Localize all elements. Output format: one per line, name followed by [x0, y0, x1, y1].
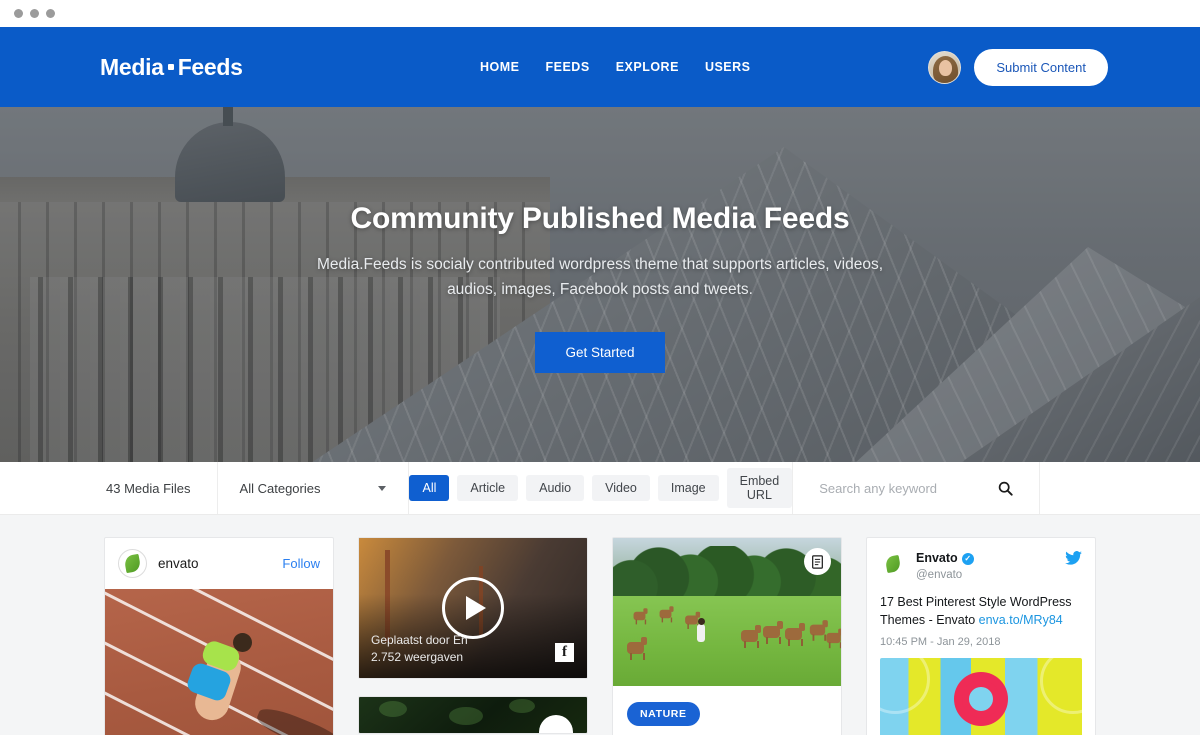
nav-item-feeds[interactable]: FEEDS	[546, 60, 590, 74]
envato-leaf-icon	[123, 553, 142, 574]
type-filter-group: All Article Audio Video Image Embed URL	[409, 462, 794, 514]
forest-card[interactable]	[358, 696, 588, 734]
tweet-text: 17 Best Pinterest Style WordPress Themes…	[880, 593, 1082, 629]
instagram-card-header: envato Follow	[105, 538, 333, 589]
logo-dot-icon	[167, 63, 174, 70]
nav-item-explore[interactable]: EXPLORE	[616, 60, 679, 74]
search-input[interactable]	[819, 480, 985, 496]
deer	[627, 637, 647, 660]
twitter-display-name: Envato	[916, 551, 958, 565]
filter-pill-article[interactable]: Article	[457, 475, 519, 501]
feed-column-2: Geplaatst door En 2.752 weergaven f	[358, 537, 588, 734]
get-started-button[interactable]: Get Started	[535, 332, 665, 373]
envato-leaf-icon	[884, 554, 902, 574]
article-card[interactable]: NATURE	[612, 537, 842, 735]
browser-chrome	[0, 0, 1200, 27]
tweet-timestamp: 10:45 PM - Jan 29, 2018	[880, 636, 1001, 648]
search-icon[interactable]	[998, 481, 1013, 496]
site-header: Media Feeds HOME FEEDS EXPLORE USERS Subm…	[0, 27, 1200, 107]
nav-item-users[interactable]: USERS	[705, 60, 751, 74]
twitter-avatar	[880, 551, 906, 577]
foliage-blob	[379, 701, 407, 717]
avatar[interactable]	[928, 50, 962, 84]
instagram-card-image[interactable]	[105, 589, 333, 735]
video-meta: Geplaatst door En 2.752 weergaven	[371, 632, 468, 666]
hero-subtitle: Media.Feeds is socialy contributed wordp…	[316, 256, 883, 298]
filter-pill-all[interactable]: All	[409, 475, 450, 501]
forest-thumbnail[interactable]	[359, 697, 587, 733]
category-dropdown[interactable]: All Categories	[218, 462, 410, 514]
twitter-card-header: Envato ✓ @envato	[880, 551, 1082, 583]
follow-link[interactable]: Follow	[282, 556, 320, 571]
twitter-bird-icon[interactable]	[1065, 551, 1082, 569]
deer	[685, 611, 701, 629]
article-card-image[interactable]	[613, 538, 841, 686]
twitter-logo	[1065, 551, 1082, 565]
envato-avatar	[118, 549, 147, 578]
document-icon	[812, 554, 823, 569]
foliage-blob	[449, 707, 483, 725]
category-tag-nature[interactable]: NATURE	[627, 702, 700, 726]
facebook-icon[interactable]: f	[555, 643, 574, 662]
hero-section: Community Published Media Feeds Media.Fe…	[0, 107, 1200, 462]
hero-title: Community Published Media Feeds	[350, 202, 850, 235]
play-button-icon[interactable]	[442, 577, 504, 639]
submit-content-button[interactable]: Submit Content	[974, 48, 1108, 86]
pinterest-logo-icon	[954, 672, 1008, 726]
main-navigation: HOME FEEDS EXPLORE USERS	[480, 60, 751, 74]
instagram-username: envato	[158, 556, 199, 571]
play-triangle	[466, 596, 486, 620]
search-container	[793, 462, 1041, 514]
deer	[826, 628, 841, 649]
category-dropdown-label: All Categories	[239, 480, 321, 496]
feed-column-1: envato Follow	[104, 537, 334, 735]
play-badge-icon[interactable]	[539, 715, 573, 733]
site-logo[interactable]: Media Feeds	[100, 54, 243, 81]
window-dot-close[interactable]	[14, 9, 23, 18]
deer	[763, 621, 783, 644]
media-count-label: 43 Media Files	[0, 462, 218, 514]
decorative-swirl	[880, 658, 930, 714]
deer	[809, 620, 828, 641]
deer	[633, 608, 648, 625]
deer	[659, 606, 674, 623]
tweet-link[interactable]: enva.to/MRy84	[979, 613, 1063, 627]
verified-badge-icon: ✓	[961, 552, 974, 565]
deer	[785, 623, 805, 646]
runner-head	[233, 633, 252, 652]
logo-text-primary: Media	[100, 53, 164, 80]
feed-column-4: Envato ✓ @envato 17 Best Pinterest Style…	[866, 537, 1096, 735]
video-caption-line2: 2.752 weergaven	[371, 650, 464, 664]
instagram-card[interactable]: envato Follow	[104, 537, 334, 735]
filter-pill-embed-url[interactable]: Embed URL	[726, 468, 793, 508]
twitter-handle: @envato	[916, 569, 963, 581]
window-dot-minimize[interactable]	[30, 9, 39, 18]
foliage-blob	[509, 699, 535, 713]
avatar-face	[939, 59, 953, 76]
feed-column-3: NATURE	[612, 537, 842, 735]
deer	[741, 625, 761, 648]
chevron-down-icon	[378, 485, 387, 491]
decorative-swirl	[1040, 658, 1082, 714]
window-dot-maximize[interactable]	[46, 9, 55, 18]
runner-shadow	[253, 703, 333, 735]
tweet-image[interactable]	[880, 658, 1082, 735]
filter-pill-audio[interactable]: Audio	[526, 475, 585, 501]
pinterest-logo-inner	[969, 687, 993, 711]
facebook-video-card[interactable]: Geplaatst door En 2.752 weergaven f	[358, 537, 588, 679]
filter-pill-video[interactable]: Video	[592, 475, 650, 501]
header-actions: Submit Content	[928, 48, 1108, 86]
child-figure	[697, 618, 705, 642]
nav-item-home[interactable]: HOME	[480, 60, 520, 74]
filter-pill-image[interactable]: Image	[657, 475, 719, 501]
video-caption-line1: Geplaatst door En	[371, 633, 468, 647]
article-card-body: NATURE	[613, 686, 841, 735]
article-type-icon[interactable]	[804, 548, 831, 575]
video-thumbnail[interactable]: Geplaatst door En 2.752 weergaven f	[359, 538, 587, 678]
media-feed: envato Follow Geplaatst door En 2.752 we…	[0, 515, 1200, 735]
filter-toolbar: 43 Media Files All Categories All Articl…	[0, 462, 1200, 515]
logo-text-secondary: Feeds	[177, 53, 243, 80]
twitter-card[interactable]: Envato ✓ @envato 17 Best Pinterest Style…	[866, 537, 1096, 735]
